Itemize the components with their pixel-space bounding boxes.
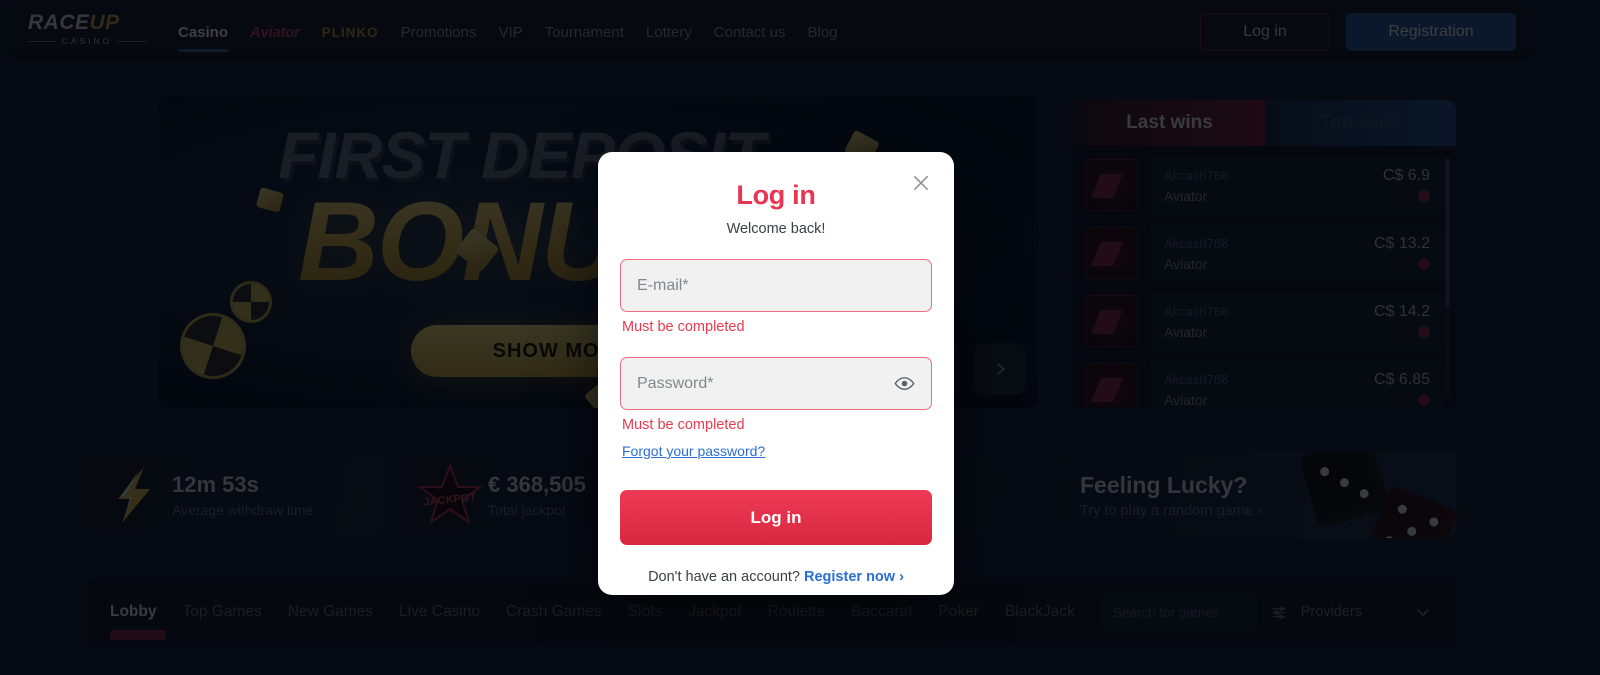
signup-prompt: Don't have an account? Register now › xyxy=(620,569,932,585)
close-icon xyxy=(913,175,929,191)
email-error-message: Must be completed xyxy=(622,319,745,335)
forgot-password-link[interactable]: Forgot your password? xyxy=(620,443,932,459)
page-root: RACEUP CASINO Casino Aviator PLINKO Prom… xyxy=(0,0,1600,675)
login-modal: Log in Welcome back! Must be completed M… xyxy=(598,152,954,595)
email-field-wrapper[interactable] xyxy=(620,259,932,312)
eye-icon[interactable] xyxy=(894,373,915,394)
modal-title: Log in xyxy=(736,180,816,210)
password-input[interactable] xyxy=(637,374,894,393)
register-now-link[interactable]: Register now › xyxy=(804,569,904,585)
modal-login-submit-button[interactable]: Log in xyxy=(620,490,932,545)
signup-prompt-text: Don't have an account? xyxy=(648,569,805,585)
password-error-message: Must be completed xyxy=(622,417,745,433)
modal-subtitle: Welcome back! xyxy=(726,221,826,237)
modal-close-button[interactable] xyxy=(908,170,934,196)
password-field-wrapper[interactable] xyxy=(620,357,932,410)
email-input[interactable] xyxy=(637,276,915,295)
